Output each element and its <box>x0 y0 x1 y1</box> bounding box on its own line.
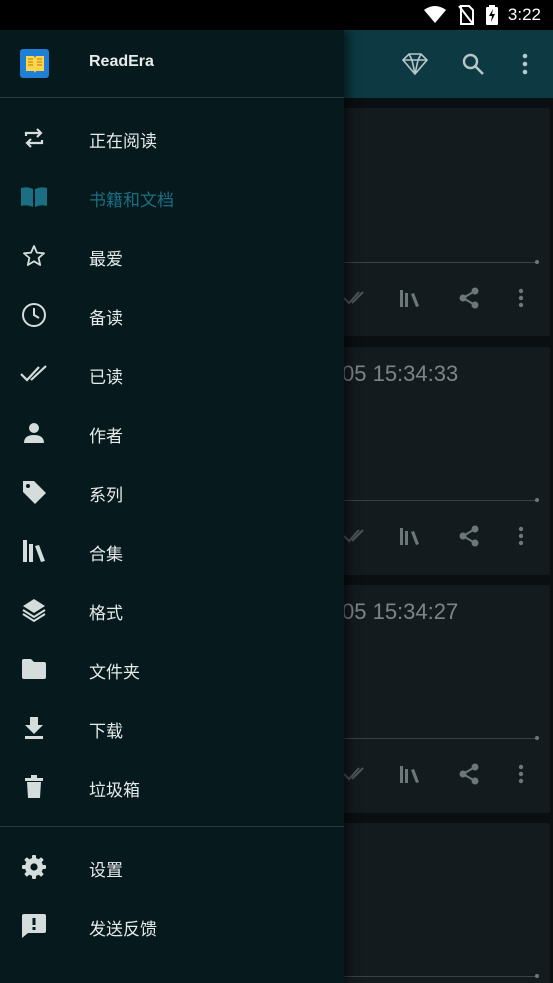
share-icon[interactable] <box>455 760 483 788</box>
nav-item-trash[interactable]: 垃圾箱 <box>0 757 344 816</box>
book-card[interactable]: 05 15:34:33 <box>330 347 550 575</box>
book-icon <box>19 182 49 212</box>
book-card[interactable]: 05 15:34:27 <box>330 585 550 813</box>
book-card[interactable] <box>330 823 550 983</box>
folder-icon <box>19 654 49 684</box>
star-icon <box>19 241 49 271</box>
nav-item-authors[interactable]: 作者 <box>0 403 344 462</box>
done-all-icon[interactable] <box>340 284 368 312</box>
nav-item-folders[interactable]: 文件夹 <box>0 639 344 698</box>
nav-item-series[interactable]: 系列 <box>0 462 344 521</box>
nav-item-label: 正在阅读 <box>89 132 157 152</box>
feedback-icon <box>19 911 49 941</box>
nav-item-label: 垃圾箱 <box>89 781 140 801</box>
nav-item-collections[interactable]: 合集 <box>0 521 344 580</box>
nav-item-label: 发送反馈 <box>89 920 157 940</box>
battery-charging-icon <box>485 5 498 25</box>
drawer-divider <box>0 826 344 827</box>
diamond-icon[interactable] <box>398 47 432 81</box>
trash-icon <box>19 772 49 802</box>
nav-item-finished[interactable]: 已读 <box>0 344 344 403</box>
nav-item-favorites[interactable]: 最爱 <box>0 226 344 285</box>
library-icon[interactable] <box>396 284 424 312</box>
done-all-icon <box>19 359 49 389</box>
more-vert-icon[interactable] <box>507 522 535 550</box>
nav-item-label: 设置 <box>89 861 123 881</box>
book-card[interactable] <box>330 108 550 336</box>
library-icon <box>19 536 49 566</box>
nav-item-label: 书籍和文档 <box>89 191 174 211</box>
nav-item-to-read[interactable]: 备读 <box>0 285 344 344</box>
clock: 3:22 <box>507 5 541 24</box>
nav-item-label: 备读 <box>89 309 123 329</box>
nav-item-formats[interactable]: 格式 <box>0 580 344 639</box>
share-icon[interactable] <box>455 522 483 550</box>
person-icon <box>19 418 49 448</box>
nav-item-label: 合集 <box>89 545 123 565</box>
settings-icon <box>19 852 49 882</box>
share-icon[interactable] <box>455 284 483 312</box>
app-name: ReadEra <box>89 53 154 70</box>
status-bar: 3:22 <box>0 0 553 30</box>
navigation-drawer: ReadEra 正在阅读 书籍和文档 最爱 备读 已读 作者 系列 合集 格式 … <box>0 30 344 983</box>
card-timestamp: 05 15:34:33 <box>342 361 459 386</box>
nav-item-label: 已读 <box>89 368 123 388</box>
wifi-icon <box>423 6 446 24</box>
nav-item-label: 作者 <box>89 427 123 447</box>
drawer-header: ReadEra <box>0 30 344 98</box>
app-logo-icon <box>20 49 49 78</box>
no-sim-icon <box>458 5 474 25</box>
nav-item-label: 下载 <box>89 722 123 742</box>
more-vert-icon[interactable] <box>507 284 535 312</box>
layers-icon <box>19 595 49 625</box>
search-icon[interactable] <box>456 47 490 81</box>
nav-item-label: 系列 <box>89 486 123 506</box>
done-all-icon[interactable] <box>340 760 368 788</box>
library-icon[interactable] <box>396 522 424 550</box>
clock-icon <box>19 300 49 330</box>
library-icon[interactable] <box>396 760 424 788</box>
more-vert-icon[interactable] <box>508 47 542 81</box>
nav-item-downloads[interactable]: 下载 <box>0 698 344 757</box>
download-icon <box>19 713 49 743</box>
done-all-icon[interactable] <box>340 522 368 550</box>
card-timestamp: 05 15:34:27 <box>342 599 459 624</box>
repeat-icon <box>19 123 49 153</box>
more-vert-icon[interactable] <box>507 760 535 788</box>
nav-item-reading-now[interactable]: 正在阅读 <box>0 108 344 167</box>
tag-icon <box>19 477 49 507</box>
nav-item-send-feedback[interactable]: 发送反馈 <box>0 896 344 955</box>
nav-item-label: 格式 <box>89 604 123 624</box>
nav-item-label: 最爱 <box>89 250 123 270</box>
nav-item-settings[interactable]: 设置 <box>0 837 344 896</box>
nav-item-label: 文件夹 <box>89 663 140 683</box>
nav-item-books-documents[interactable]: 书籍和文档 <box>0 167 344 226</box>
